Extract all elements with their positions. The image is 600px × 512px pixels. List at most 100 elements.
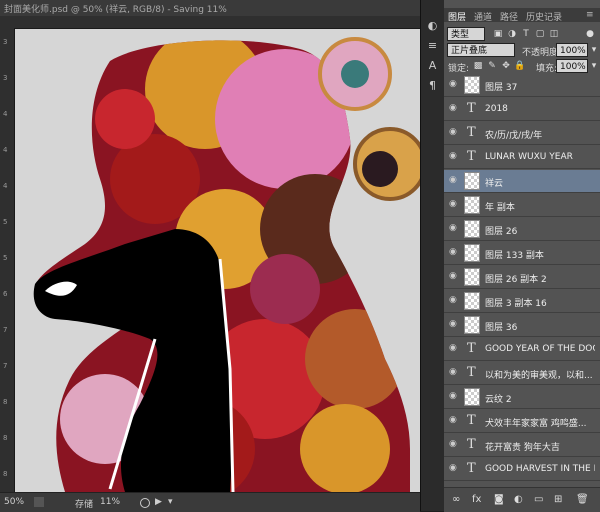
shape-filter-icon[interactable]: ▢ [534, 28, 546, 40]
layer-name[interactable]: 图层 36 [485, 320, 595, 333]
layer-row[interactable]: ◉ T 农/历/戊/戌/年 [444, 122, 600, 145]
layer-row[interactable]: ◉ T 2018 [444, 98, 600, 121]
brush-icon[interactable]: ◐ [425, 18, 440, 33]
fill-dropdown-icon[interactable]: ▾ [588, 60, 600, 72]
layer-name[interactable]: 图层 26 [485, 224, 595, 237]
visibility-eye-icon[interactable]: ◉ [449, 79, 457, 89]
ruler-tick: 4 [3, 110, 8, 118]
layer-row[interactable]: ◉ 祥云 [444, 170, 600, 193]
visibility-eye-icon[interactable]: ◉ [449, 391, 457, 401]
visibility-eye-icon[interactable]: ◉ [449, 367, 457, 377]
smart-object-filter-icon[interactable]: ◫ [548, 28, 560, 40]
new-layer-icon[interactable]: ⊞ [554, 494, 562, 505]
layer-name[interactable]: 图层 133 副本 [485, 248, 595, 261]
layer-row[interactable]: ◉ 图层 26 副本 2 [444, 266, 600, 289]
panel-menu-icon[interactable]: ≡ [586, 10, 594, 20]
ruler-tick: 8 [3, 398, 8, 406]
layer-name[interactable]: 以和为美的审美观，以和... [485, 368, 595, 381]
text-layer-icon: T [467, 341, 476, 356]
layer-thumbnail [464, 388, 480, 406]
play-icon[interactable]: ▶ [155, 497, 162, 507]
visibility-eye-icon[interactable]: ◉ [449, 319, 457, 329]
panel-dock: ◐ ≡ A ¶ [420, 0, 445, 511]
layer-name[interactable]: 花开富贵 狗年大吉 [485, 440, 595, 453]
visibility-eye-icon[interactable]: ◉ [449, 295, 457, 305]
lock-pixels-icon[interactable]: ✎ [486, 60, 498, 72]
opacity-input[interactable]: 100% [556, 43, 588, 57]
paragraph-icon[interactable]: ¶ [425, 78, 440, 93]
layer-row[interactable]: ◉ T GOOD HARVEST IN THE FA... [444, 458, 600, 481]
visibility-eye-icon[interactable]: ◉ [449, 439, 457, 449]
visibility-eye-icon[interactable]: ◉ [449, 463, 457, 473]
layer-row[interactable]: ◉ T 犬效丰年家家富 鸡鸣盛... [444, 410, 600, 433]
adjust-icon[interactable]: ≡ [425, 38, 440, 53]
layer-name[interactable]: 年 副本 [485, 200, 595, 213]
blend-mode-select[interactable]: 正片叠底 [447, 43, 515, 57]
ruler-tick: 6 [3, 290, 8, 298]
document-canvas[interactable] [15, 29, 420, 492]
visibility-eye-icon[interactable]: ◉ [449, 247, 457, 257]
adjustment-layer-icon[interactable]: ◐ [514, 494, 523, 505]
tab-paths[interactable]: 路径 [500, 10, 518, 23]
adjustment-filter-icon[interactable]: ◑ [506, 28, 518, 40]
trash-icon[interactable]: 🗑 [576, 494, 589, 505]
tab-history[interactable]: 历史记录 [526, 10, 562, 23]
layer-name[interactable]: 云纹 2 [485, 392, 595, 405]
filter-kind-value: 类型 [451, 30, 470, 40]
layer-row[interactable]: ◉ T 花开富贵 狗年大吉 [444, 434, 600, 457]
layer-row[interactable]: ◉ 图层 3 副本 16 [444, 290, 600, 313]
tab-channels[interactable]: 通道 [474, 10, 492, 23]
character-icon[interactable]: A [425, 58, 440, 73]
layer-name[interactable]: 图层 26 副本 2 [485, 272, 595, 285]
layer-row[interactable]: ◉ T 以和为美的审美观，以和... [444, 362, 600, 385]
fill-value: 100% [560, 62, 586, 72]
filter-toggle-icon[interactable]: ● [584, 28, 596, 40]
visibility-eye-icon[interactable]: ◉ [449, 127, 457, 137]
layer-name[interactable]: 图层 37 [485, 80, 595, 93]
doc-info-icon[interactable] [34, 497, 44, 507]
add-mask-icon[interactable]: ◙ [494, 494, 504, 505]
layer-name[interactable]: GOOD YEAR OF THE DOG ... [485, 344, 595, 354]
layer-row[interactable]: ◉ T LUNAR WUXU YEAR [444, 146, 600, 169]
zoom-level[interactable]: 50% [4, 497, 24, 507]
horizontal-ruler [0, 16, 420, 29]
text-filter-icon[interactable]: T [520, 28, 532, 40]
layer-row[interactable]: ◉ 图层 37 [444, 74, 600, 97]
visibility-eye-icon[interactable]: ◉ [449, 151, 457, 161]
layer-name[interactable]: 祥云 [485, 176, 595, 189]
image-filter-icon[interactable]: ▣ [492, 28, 504, 40]
visibility-eye-icon[interactable]: ◉ [449, 415, 457, 425]
opacity-dropdown-icon[interactable]: ▾ [588, 44, 600, 56]
visibility-eye-icon[interactable]: ◉ [449, 343, 457, 353]
layer-row[interactable]: ◉ 图层 26 [444, 218, 600, 241]
lock-all-icon[interactable]: 🔒 [514, 60, 526, 72]
layer-row[interactable]: ◉ 图层 133 副本 [444, 242, 600, 265]
layer-name[interactable]: 2018 [485, 104, 595, 114]
lock-position-icon[interactable]: ✥ [500, 60, 512, 72]
layer-name[interactable]: 图层 3 副本 16 [485, 296, 595, 309]
layer-thumbnail [464, 292, 480, 310]
link-layers-icon[interactable]: ∞ [452, 494, 460, 505]
chevron-down-icon[interactable]: ▾ [168, 497, 173, 507]
visibility-eye-icon[interactable]: ◉ [449, 271, 457, 281]
tab-layers[interactable]: 图层 [448, 10, 466, 23]
fill-input[interactable]: 100% [556, 59, 588, 73]
filter-kind-select[interactable]: 类型 [447, 27, 485, 41]
layer-name[interactable]: 农/历/戊/戌/年 [485, 128, 595, 141]
layer-name[interactable]: 犬效丰年家家富 鸡鸣盛... [485, 416, 595, 429]
layer-style-icon[interactable]: fx [472, 494, 481, 505]
layer-row[interactable]: ◉ 年 副本 [444, 194, 600, 217]
save-status-label: 存储 [75, 500, 94, 510]
layer-row[interactable]: ◉ 图层 36 [444, 314, 600, 337]
new-group-icon[interactable]: ▭ [534, 494, 543, 505]
lock-transparency-icon[interactable]: ▩ [472, 60, 484, 72]
document-tab[interactable]: 封面美化师.psd @ 50% (祥云, RGB/8) - Saving 11% [0, 0, 420, 17]
layer-name[interactable]: GOOD HARVEST IN THE FA... [485, 464, 595, 474]
layer-row[interactable]: ◉ T GOOD YEAR OF THE DOG ... [444, 338, 600, 361]
layer-name[interactable]: LUNAR WUXU YEAR [485, 152, 595, 162]
layer-row[interactable]: ◉ 云纹 2 [444, 386, 600, 409]
visibility-eye-icon[interactable]: ◉ [449, 199, 457, 209]
visibility-eye-icon[interactable]: ◉ [449, 103, 457, 113]
visibility-eye-icon[interactable]: ◉ [449, 223, 457, 233]
visibility-eye-icon[interactable]: ◉ [449, 175, 457, 185]
